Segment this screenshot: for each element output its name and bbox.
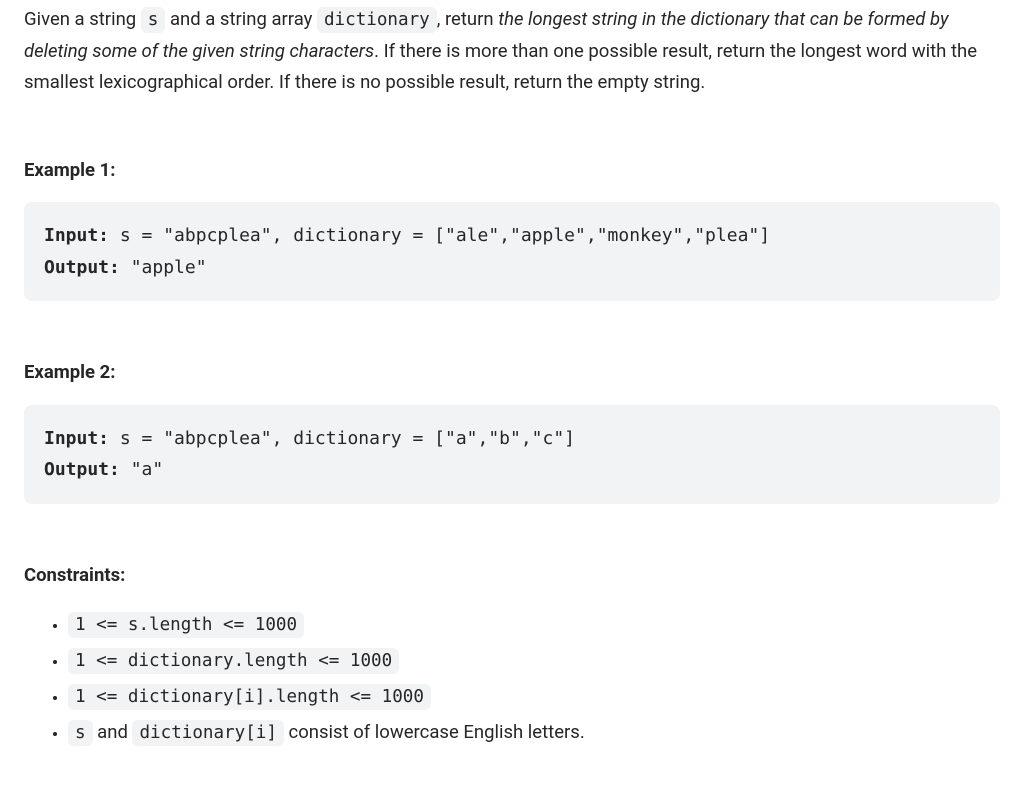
- inline-code: s: [68, 720, 93, 746]
- examples-section: Example 1: Input: s = "abpcplea", diction…: [24, 155, 1000, 504]
- constraint-item: 1 <= dictionary[i].length <= 1000: [68, 679, 1000, 715]
- example-heading: Example 2:: [24, 357, 1000, 388]
- output-value: "apple": [120, 257, 207, 278]
- description-paragraph: Given a string s and a string array dict…: [24, 4, 1000, 99]
- constraint-item: 1 <= dictionary.length <= 1000: [68, 643, 1000, 679]
- output-label: Output:: [44, 459, 120, 480]
- inline-code: 1 <= dictionary[i].length <= 1000: [68, 684, 431, 710]
- example-heading: Example 1:: [24, 155, 1000, 186]
- example-codeblock: Input: s = "abpcplea", dictionary = ["a"…: [24, 405, 1000, 504]
- constraints-heading: Constraints:: [24, 560, 1000, 591]
- input-label: Input:: [44, 225, 109, 246]
- input-value: s = "abpcplea", dictionary = ["ale","app…: [109, 225, 770, 246]
- input-label: Input:: [44, 428, 109, 449]
- input-value: s = "abpcplea", dictionary = ["a","b","c…: [109, 428, 575, 449]
- output-label: Output:: [44, 257, 120, 278]
- output-value: "a": [120, 459, 163, 480]
- constraints-list: 1 <= s.length <= 1000 1 <= dictionary.len…: [24, 607, 1000, 751]
- inline-code: s: [141, 7, 166, 33]
- inline-code: 1 <= s.length <= 1000: [68, 612, 304, 638]
- example-codeblock: Input: s = "abpcplea", dictionary = ["al…: [24, 202, 1000, 301]
- constraint-item: 1 <= s.length <= 1000: [68, 607, 1000, 643]
- inline-code: 1 <= dictionary.length <= 1000: [68, 648, 399, 674]
- problem-statement: Given a string s and a string array dict…: [0, 0, 1024, 775]
- inline-code: dictionary: [317, 7, 437, 33]
- inline-code: dictionary[i]: [132, 720, 283, 746]
- constraint-item: s and dictionary[i] consist of lowercase…: [68, 715, 1000, 751]
